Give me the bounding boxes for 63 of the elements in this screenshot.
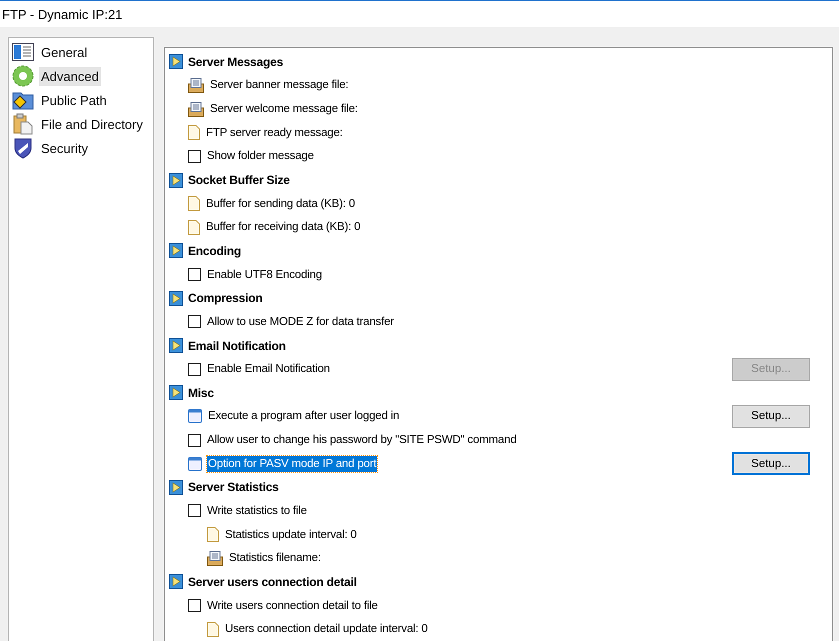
document-icon: [207, 622, 219, 637]
window-icon: [188, 409, 202, 424]
expand-icon: [169, 338, 183, 353]
option-label: Write users connection detail to file: [206, 598, 379, 614]
checkbox[interactable]: [188, 268, 201, 282]
checkbox[interactable]: [188, 434, 201, 447]
section-heading: Socket Buffer Size: [188, 173, 290, 188]
printer-icon: [207, 550, 223, 566]
option-label: Show folder message: [206, 149, 315, 164]
clipboard-icon: [13, 113, 33, 135]
expand-icon: [169, 574, 183, 590]
checkbox[interactable]: [188, 504, 201, 518]
expand-icon: [169, 243, 183, 258]
option-label[interactable]: Option for PASV mode IP and port: [207, 456, 378, 472]
checkbox[interactable]: [188, 599, 201, 612]
option-label: Allow user to change his password by "SITE PSWD" command: [206, 433, 518, 448]
option-label: Write statistics to file: [206, 504, 308, 519]
section-heading: Compression: [188, 291, 262, 306]
document-icon: [188, 125, 200, 140]
option-label[interactable]: Execute a program after user logged in: [207, 408, 400, 424]
option-label[interactable]: Server welcome message file:: [209, 101, 359, 118]
sidebar-item[interactable]: File and Directory: [39, 114, 145, 134]
printer-icon: [188, 102, 204, 117]
option-label[interactable]: Server banner message file:: [209, 77, 350, 94]
option-label[interactable]: Users connection detail update interval: 0: [224, 621, 429, 638]
option-label[interactable]: Buffer for receiving data (KB): 0: [205, 219, 362, 236]
section-heading: Encoding: [188, 244, 242, 258]
setup-button[interactable]: Setup...: [732, 404, 810, 428]
setup-button[interactable]: Setup...: [732, 452, 810, 476]
option-label: Enable Email Notification: [206, 362, 331, 378]
option-label[interactable]: Statistics filename:: [228, 550, 322, 566]
expand-icon: [169, 290, 183, 306]
section-heading: Server Statistics: [188, 480, 279, 494]
document-icon: [188, 196, 200, 212]
checkbox[interactable]: [188, 150, 201, 163]
option-label: Enable UTF8 Encoding: [206, 268, 323, 283]
window-title: FTP - Dynamic IP:21: [2, 6, 122, 22]
option-label: Allow to use MODE Z for data transfer: [206, 314, 395, 330]
document-icon: [207, 527, 219, 542]
section-heading: Email Notification: [188, 338, 286, 352]
document-icon: [188, 220, 200, 235]
expand-icon: [169, 385, 183, 400]
option-label[interactable]: Statistics update interval: 0: [224, 526, 358, 543]
sidebar-item[interactable]: Public Path: [39, 90, 109, 110]
shield-icon: [13, 137, 33, 159]
option-label[interactable]: Buffer for sending data (KB): 0: [205, 196, 356, 212]
book-icon: [12, 43, 34, 61]
window-icon: [188, 456, 202, 471]
option-label[interactable]: FTP server ready message:: [205, 124, 344, 141]
gear-icon: [12, 65, 34, 87]
expand-icon: [169, 480, 183, 495]
printer-icon: [188, 78, 204, 93]
sidebar-item[interactable]: Security: [39, 138, 90, 158]
expand-icon: [169, 172, 183, 188]
section-heading: Misc: [188, 386, 214, 400]
checkbox[interactable]: [188, 362, 201, 376]
sidebar-item[interactable]: General: [39, 42, 90, 62]
checkbox[interactable]: [188, 315, 201, 328]
expand-icon: [169, 54, 183, 70]
section-heading: Server users connection detail: [188, 574, 357, 589]
sidebar-item[interactable]: Advanced: [39, 66, 101, 86]
section-heading: Server Messages: [188, 54, 284, 69]
folder-icon: [12, 90, 34, 110]
